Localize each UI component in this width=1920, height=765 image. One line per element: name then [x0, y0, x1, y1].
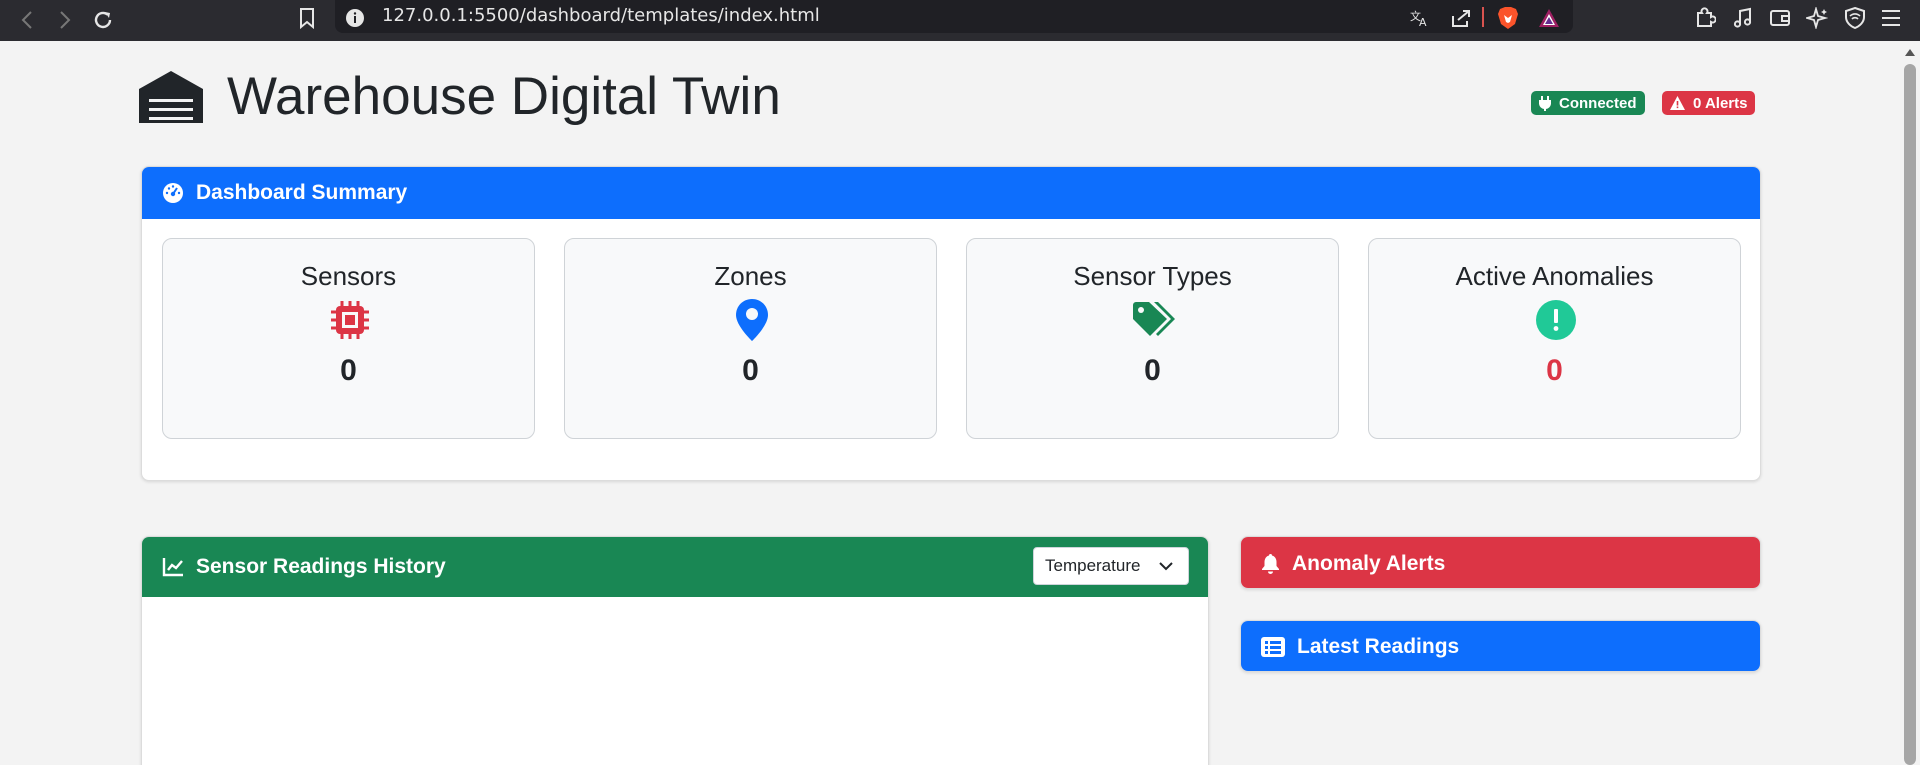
puzzle-icon: [1697, 7, 1716, 27]
reload-icon: [94, 11, 112, 29]
stat-label: Zones: [714, 261, 787, 291]
hamburger-icon: [1882, 10, 1900, 26]
sensor-readings-history-title: Sensor Readings History: [196, 555, 446, 578]
chart-area: [142, 597, 1208, 765]
browser-toolbar: 127.0.0.1:5500/dashboard/templates/index…: [0, 0, 1920, 41]
stat-card-sensors: Sensors 0: [162, 238, 535, 439]
share-icon: [1452, 10, 1470, 27]
bookmark-icon: [300, 8, 314, 29]
translate-button[interactable]: 文A: [1406, 4, 1434, 32]
back-button[interactable]: [12, 6, 42, 34]
leo-ai-button[interactable]: [1803, 4, 1831, 32]
exclamation-circle-icon: [1535, 299, 1577, 341]
stat-card-zones: Zones 0: [564, 238, 937, 439]
music-note-icon: [1733, 7, 1752, 28]
wallet-icon: [1770, 10, 1790, 26]
translate-icon: 文A: [1410, 9, 1427, 28]
anomaly-alerts-card: Anomaly Alerts: [1240, 536, 1761, 589]
triangle-icon: [1539, 9, 1559, 27]
media-button[interactable]: [1729, 4, 1757, 32]
lion-icon: [1498, 7, 1518, 29]
chevron-right-icon: [60, 11, 71, 29]
microchip-icon: [329, 299, 371, 341]
stat-label: Sensor Types: [1073, 261, 1232, 291]
latest-readings-card: Latest Readings: [1240, 620, 1761, 672]
gauge-icon: [163, 183, 183, 203]
reload-button[interactable]: [88, 6, 118, 34]
bookmark-button[interactable]: [293, 4, 321, 32]
line-chart-icon: [162, 558, 183, 577]
brave-rewards-button[interactable]: [1535, 4, 1563, 32]
alerts-count-badge[interactable]: 0 Alerts: [1662, 91, 1756, 115]
stat-card-sensor-types: Sensor Types 0: [966, 238, 1339, 439]
share-button[interactable]: [1447, 4, 1475, 32]
latest-readings-title: Latest Readings: [1297, 635, 1460, 658]
plug-icon: [1539, 95, 1551, 111]
forward-button[interactable]: [50, 6, 80, 34]
map-pin-icon: [731, 299, 773, 341]
stat-label: Active Anomalies: [1455, 261, 1654, 291]
sensor-type-select-value: Temperature: [1045, 556, 1141, 575]
tags-icon: [1133, 299, 1175, 341]
page-title: Warehouse Digital Twin: [227, 67, 781, 126]
svg-text:A: A: [1419, 16, 1427, 28]
stat-label: Sensors: [300, 261, 397, 291]
url-text[interactable]: 127.0.0.1:5500/dashboard/templates/index…: [382, 5, 820, 26]
vpn-button[interactable]: [1841, 4, 1869, 32]
stat-card-active-anomalies: Active Anomalies 0: [1368, 238, 1741, 439]
warehouse-icon: [139, 71, 203, 128]
stat-value: 0: [1144, 354, 1161, 387]
site-info-button[interactable]: [341, 4, 369, 32]
anomaly-alerts-title: Anomaly Alerts: [1292, 551, 1446, 575]
anomaly-alerts-header: Anomaly Alerts: [1241, 537, 1760, 588]
wallet-button[interactable]: [1766, 4, 1794, 32]
scrollbar-thumb[interactable]: [1904, 64, 1916, 765]
chevron-down-icon: [1159, 562, 1173, 571]
stat-value: 0: [340, 354, 357, 387]
alerts-count-label: 0 Alerts: [1693, 94, 1748, 112]
shield-wifi-icon: [1845, 7, 1865, 29]
stat-value: 0: [742, 354, 759, 387]
dashboard-summary-title: Dashboard Summary: [196, 181, 408, 204]
scroll-up-arrow-icon[interactable]: [1904, 47, 1916, 57]
warning-triangle-icon: [1670, 96, 1685, 110]
brave-shields-button[interactable]: [1494, 4, 1522, 32]
latest-readings-header: Latest Readings: [1241, 621, 1760, 671]
list-alt-icon: [1261, 637, 1285, 657]
stat-value: 0: [1546, 354, 1563, 387]
extensions-button[interactable]: [1691, 4, 1719, 32]
toolbar-divider: [1482, 7, 1484, 27]
bell-icon: [1262, 554, 1279, 574]
connection-status-label: Connected: [1559, 94, 1637, 112]
sparkle-icon: [1806, 7, 1828, 29]
info-icon: [346, 9, 364, 27]
connection-status-badge: Connected: [1531, 91, 1645, 115]
dashboard-summary-header: Dashboard Summary: [142, 167, 1760, 219]
menu-button[interactable]: [1877, 4, 1905, 32]
sensor-type-select[interactable]: Temperature: [1033, 547, 1189, 585]
chevron-left-icon: [21, 11, 32, 29]
